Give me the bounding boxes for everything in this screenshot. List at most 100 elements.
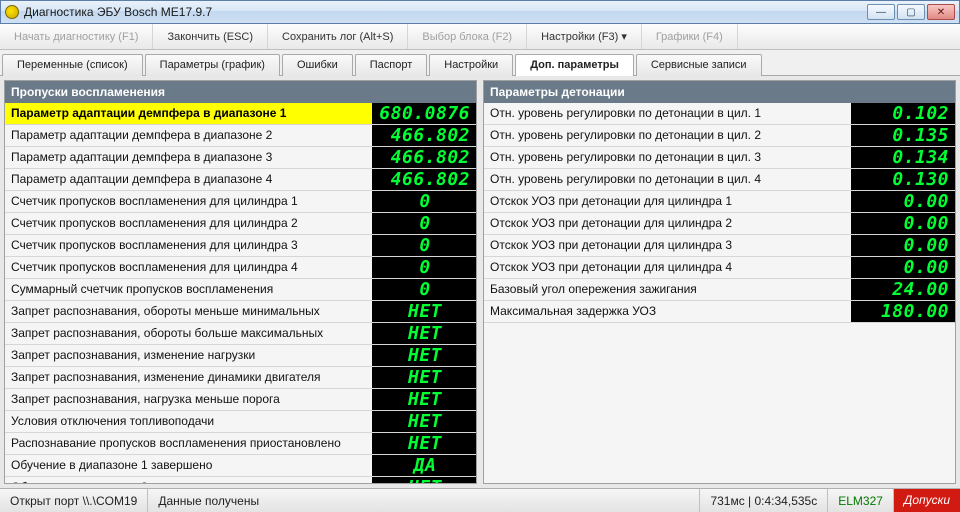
tab-service[interactable]: Сервисные записи (636, 54, 762, 76)
tab-vars-list[interactable]: Переменные (список) (2, 54, 143, 76)
row-value: 680.0876 (372, 103, 476, 124)
row-value: НЕТ (372, 323, 476, 344)
table-row[interactable]: Базовый угол опережения зажигания24.00 (484, 279, 955, 301)
row-label: Счетчик пропусков воспламенения для цили… (5, 213, 372, 234)
row-value: НЕТ (372, 411, 476, 432)
status-timing: 731мс | 0:4:34,535с (700, 489, 828, 512)
panel-misfire-rows[interactable]: Параметр адаптации демпфера в диапазоне … (5, 103, 476, 483)
tab-errors[interactable]: Ошибки (282, 54, 353, 76)
row-label: Суммарный счетчик пропусков воспламенени… (5, 279, 372, 300)
row-value: 0 (372, 235, 476, 256)
row-label: Параметр адаптации демпфера в диапазоне … (5, 125, 372, 146)
row-value: НЕТ (372, 389, 476, 410)
row-label: Отн. уровень регулировки по детонации в … (484, 103, 851, 124)
menu-bar: Начать диагностику (F1) Закончить (ESC) … (0, 24, 960, 50)
row-value: 0 (372, 191, 476, 212)
row-label: Запрет распознавания, обороты меньше мин… (5, 301, 372, 322)
table-row[interactable]: Параметр адаптации демпфера в диапазоне … (5, 125, 476, 147)
tab-extra[interactable]: Доп. параметры (515, 54, 634, 76)
table-row[interactable]: Счетчик пропусков воспламенения для цили… (5, 213, 476, 235)
table-row[interactable]: Распознавание пропусков воспламенения пр… (5, 433, 476, 455)
row-value: 0.135 (851, 125, 955, 146)
row-value: 466.802 (372, 147, 476, 168)
row-label: Параметр адаптации демпфера в диапазоне … (5, 147, 372, 168)
tab-vars-graph[interactable]: Параметры (график) (145, 54, 280, 76)
close-button[interactable]: ✕ (927, 4, 955, 20)
table-row[interactable]: Запрет распознавания, изменение нагрузки… (5, 345, 476, 367)
minimize-button[interactable]: — (867, 4, 895, 20)
table-row[interactable]: Параметр адаптации демпфера в диапазоне … (5, 169, 476, 191)
table-row[interactable]: Отскок УОЗ при детонации для цилиндра 40… (484, 257, 955, 279)
status-data: Данные получены (148, 489, 700, 512)
row-label: Отскок УОЗ при детонации для цилиндра 1 (484, 191, 851, 212)
table-row[interactable]: Максимальная задержка УОЗ180.00 (484, 301, 955, 323)
row-value: 466.802 (372, 169, 476, 190)
row-value: 180.00 (851, 301, 955, 322)
row-label: Запрет распознавания, изменение динамики… (5, 367, 372, 388)
row-label: Базовый угол опережения зажигания (484, 279, 851, 300)
table-row[interactable]: Отн. уровень регулировки по детонации в … (484, 169, 955, 191)
table-row[interactable]: Запрет распознавания, обороты больше мак… (5, 323, 476, 345)
maximize-button[interactable]: ▢ (897, 4, 925, 20)
row-label: Запрет распознавания, нагрузка меньше по… (5, 389, 372, 410)
panel-knock: Параметры детонации Отн. уровень регулир… (483, 80, 956, 484)
panel-knock-rows[interactable]: Отн. уровень регулировки по детонации в … (484, 103, 955, 483)
row-value: НЕТ (372, 433, 476, 454)
menu-start: Начать диагностику (F1) (0, 24, 153, 49)
tab-settings[interactable]: Настройки (429, 54, 513, 76)
status-bar: Открыт порт \\.\COM19 Данные получены 73… (0, 488, 960, 512)
row-label: Параметр адаптации демпфера в диапазоне … (5, 103, 372, 124)
table-row[interactable]: Отн. уровень регулировки по детонации в … (484, 147, 955, 169)
row-label: Счетчик пропусков воспламенения для цили… (5, 235, 372, 256)
table-row[interactable]: Запрет распознавания, нагрузка меньше по… (5, 389, 476, 411)
tab-row: Переменные (список) Параметры (график) О… (0, 50, 960, 76)
tab-passport[interactable]: Паспорт (355, 54, 428, 76)
row-value: 466.802 (372, 125, 476, 146)
row-label: Максимальная задержка УОЗ (484, 301, 851, 322)
table-row[interactable]: Отскок УОЗ при детонации для цилиндра 10… (484, 191, 955, 213)
row-label: Распознавание пропусков воспламенения пр… (5, 433, 372, 454)
panel-misfire: Пропуски воспламенения Параметр адаптаци… (4, 80, 477, 484)
row-value: НЕТ (372, 301, 476, 322)
window-controls: — ▢ ✕ (867, 4, 955, 20)
menu-finish[interactable]: Закончить (ESC) (153, 24, 268, 49)
table-row[interactable]: Обучение в диапазоне 1 завершеноДА (5, 455, 476, 477)
table-row[interactable]: Счетчик пропусков воспламенения для цили… (5, 235, 476, 257)
row-value: 0.130 (851, 169, 955, 190)
table-row[interactable]: Отн. уровень регулировки по детонации в … (484, 103, 955, 125)
content-area: Пропуски воспламенения Параметр адаптаци… (0, 76, 960, 488)
row-label: Счетчик пропусков воспламенения для цили… (5, 191, 372, 212)
table-row[interactable]: Отн. уровень регулировки по детонации в … (484, 125, 955, 147)
row-value: 0.00 (851, 257, 955, 278)
row-value: 0 (372, 213, 476, 234)
row-value: ДА (372, 455, 476, 476)
row-value: 0 (372, 279, 476, 300)
table-row[interactable]: Счетчик пропусков воспламенения для цили… (5, 191, 476, 213)
window-titlebar: Диагностика ЭБУ Bosch ME17.9.7 — ▢ ✕ (0, 0, 960, 24)
row-label: Отскок УОЗ при детонации для цилиндра 2 (484, 213, 851, 234)
row-value: 0.00 (851, 213, 955, 234)
row-value: НЕТ (372, 367, 476, 388)
table-row[interactable]: Условия отключения топливоподачиНЕТ (5, 411, 476, 433)
table-row[interactable]: Запрет распознавания, обороты меньше мин… (5, 301, 476, 323)
table-row[interactable]: Отскок УОЗ при детонации для цилиндра 20… (484, 213, 955, 235)
status-adapter: ELM327 (828, 489, 894, 512)
table-row[interactable]: Запрет распознавания, изменение динамики… (5, 367, 476, 389)
menu-graphs: Графики (F4) (642, 24, 738, 49)
table-row[interactable]: Параметр адаптации демпфера в диапазоне … (5, 147, 476, 169)
table-row[interactable]: Суммарный счетчик пропусков воспламенени… (5, 279, 476, 301)
table-row[interactable]: Обучение в диапазоне 2 завершеноНЕТ (5, 477, 476, 483)
row-value: НЕТ (372, 477, 476, 483)
row-label: Отн. уровень регулировки по детонации в … (484, 125, 851, 146)
row-value: НЕТ (372, 345, 476, 366)
menu-savelog[interactable]: Сохранить лог (Alt+S) (268, 24, 408, 49)
table-row[interactable]: Параметр адаптации демпфера в диапазоне … (5, 103, 476, 125)
row-value: 0.00 (851, 191, 955, 212)
menu-block: Выбор блока (F2) (408, 24, 527, 49)
row-label: Условия отключения топливоподачи (5, 411, 372, 432)
menu-settings[interactable]: Настройки (F3) ▾ (527, 24, 642, 49)
row-label: Отскок УОЗ при детонации для цилиндра 4 (484, 257, 851, 278)
table-row[interactable]: Счетчик пропусков воспламенения для цили… (5, 257, 476, 279)
row-label: Отн. уровень регулировки по детонации в … (484, 147, 851, 168)
table-row[interactable]: Отскок УОЗ при детонации для цилиндра 30… (484, 235, 955, 257)
